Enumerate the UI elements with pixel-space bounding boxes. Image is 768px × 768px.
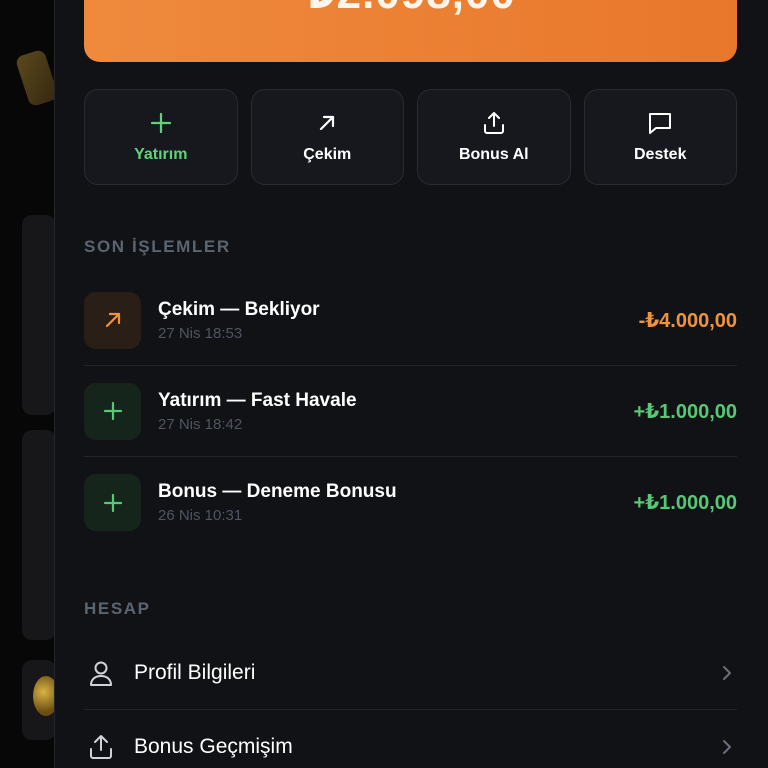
- transaction-time: 26 Nis 10:31: [158, 507, 243, 524]
- plus-icon: [84, 382, 141, 440]
- plus-icon: [148, 110, 174, 136]
- transaction-text: Bonus — Deneme Bonusu 26 Nis 10:31: [158, 481, 634, 524]
- transaction-time: 27 Nis 18:53: [158, 324, 243, 342]
- deposit-label: Yatırım: [134, 146, 188, 163]
- account-menu: Profil Bilgileri Bonus Geçmişim: [84, 636, 737, 768]
- recent-transactions-title: SON İŞLEMLER: [84, 237, 231, 256]
- background-card: [22, 430, 56, 640]
- transaction-list: Çekim — Bekliyor 27 Nis 18:53 -₺4.000,00…: [84, 275, 737, 548]
- transaction-row[interactable]: Çekim — Bekliyor 27 Nis 18:53 -₺4.000,00: [84, 275, 737, 366]
- arrow-up-right-icon: [84, 291, 141, 349]
- background-card: [22, 215, 56, 415]
- account-section-title: HESAP: [84, 599, 151, 618]
- transaction-amount: -₺4.000,00: [638, 309, 737, 332]
- transaction-amount: +₺1.000,00: [633, 400, 737, 423]
- menu-item-profile[interactable]: Profil Bilgileri: [84, 636, 737, 710]
- transaction-title: Yatırım — Fast Havale: [158, 389, 357, 411]
- background-token-image: [14, 48, 60, 108]
- menu-item-label: Bonus Geçmişim: [134, 735, 293, 758]
- bonus-button[interactable]: Bonus Al: [417, 89, 571, 185]
- transaction-row[interactable]: Yatırım — Fast Havale 27 Nis 18:42 +₺1.0…: [84, 366, 737, 457]
- quick-actions: Yatırım Çekim Bonus Al Destek: [84, 89, 737, 185]
- transaction-title: Çekim — Bekliyor: [158, 298, 320, 320]
- transaction-row[interactable]: Bonus — Deneme Bonusu 26 Nis 10:31 +₺1.0…: [84, 457, 737, 548]
- balance-amount: ₺2.098,00: [84, 0, 737, 19]
- upload-icon: [84, 733, 118, 761]
- user-icon: [84, 659, 118, 687]
- support-button[interactable]: Destek: [583, 89, 737, 185]
- transaction-title: Bonus — Deneme Bonusu: [158, 481, 397, 502]
- upload-icon: [481, 110, 507, 136]
- transaction-time: 27 Nis 18:42: [158, 415, 243, 433]
- chat-bubble-icon: [647, 110, 673, 136]
- withdraw-label: Çekim: [303, 146, 352, 163]
- balance-card: ₺2.098,00: [84, 0, 737, 62]
- chevron-right-icon: [717, 665, 737, 681]
- plus-icon: [84, 474, 141, 531]
- menu-item-label: Profil Bilgileri: [134, 660, 256, 684]
- background-strip: [0, 0, 60, 768]
- transaction-text: Yatırım — Fast Havale 27 Nis 18:42: [158, 390, 634, 433]
- transaction-text: Çekim — Bekliyor 27 Nis 18:53: [158, 299, 639, 342]
- withdraw-button[interactable]: Çekim: [250, 89, 404, 185]
- chevron-right-icon: [717, 739, 737, 755]
- support-label: Destek: [634, 146, 687, 163]
- menu-item-bonus-history[interactable]: Bonus Geçmişim: [84, 710, 737, 768]
- bonus-label: Bonus Al: [458, 146, 529, 163]
- arrow-up-right-icon: [314, 110, 340, 136]
- deposit-button[interactable]: Yatırım: [84, 89, 238, 185]
- transaction-amount: +₺1.000,00: [633, 492, 737, 514]
